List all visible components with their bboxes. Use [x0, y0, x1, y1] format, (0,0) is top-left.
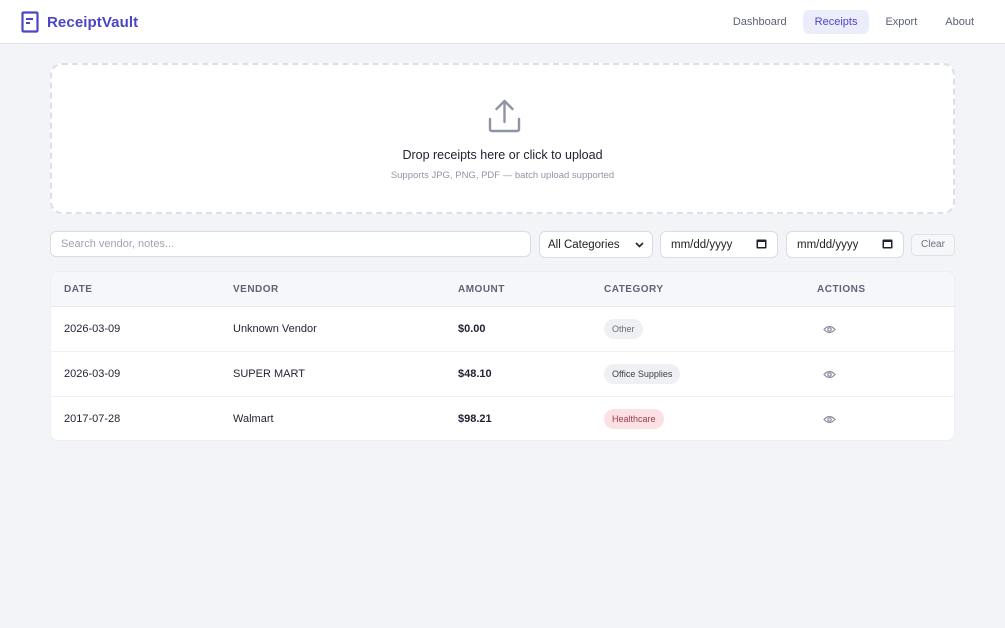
cell-vendor: Walmart [233, 413, 274, 425]
cell-amount: $0.00 [458, 323, 486, 335]
column-header-category: CATEGORY [604, 284, 664, 295]
cell-date: 2026-03-09 [64, 323, 121, 335]
app-name: ReceiptVault [47, 13, 139, 31]
cell-vendor: Unknown Vendor [233, 323, 317, 335]
table-header: DATE VENDOR AMOUNT CATEGORY ACTIONS [51, 272, 954, 307]
cell-date: 2017-07-28 [64, 413, 121, 425]
calendar-icon[interactable] [756, 238, 767, 252]
cell-amount: $98.21 [458, 413, 492, 425]
upload-icon [488, 98, 521, 138]
table-row[interactable]: 2026-03-09 Unknown Vendor $0.00 Other [51, 307, 954, 352]
category-select[interactable]: All Categories [539, 231, 653, 258]
nav-receipts[interactable]: Receipts [802, 10, 870, 34]
main-nav: Dashboard Receipts Export About [721, 10, 986, 34]
nav-about[interactable]: About [933, 10, 986, 34]
clear-button[interactable]: Clear [911, 234, 955, 256]
eye-icon[interactable] [823, 413, 836, 431]
eye-icon[interactable] [823, 323, 836, 341]
table-row[interactable]: 2026-03-09 SUPER MART $48.10 Office Supp… [51, 352, 954, 397]
cell-amount: $48.10 [458, 368, 492, 380]
column-header-date: DATE [64, 284, 93, 295]
column-header-vendor: VENDOR [233, 284, 279, 295]
category-badge: Healthcare [604, 409, 664, 429]
top-bar: ReceiptVault Dashboard Receipts Export A… [0, 0, 1005, 44]
cell-date: 2026-03-09 [64, 368, 121, 380]
column-header-actions: ACTIONS [817, 284, 866, 295]
upload-dropzone[interactable]: Drop receipts here or click to upload Su… [50, 63, 955, 214]
upload-title: Drop receipts here or click to upload [402, 148, 603, 162]
date-from-placeholder: mm/dd/yyyy [671, 238, 733, 251]
table-row[interactable]: 2017-07-28 Walmart $98.21 Healthcare [51, 397, 954, 440]
nav-export[interactable]: Export [873, 10, 929, 34]
cell-vendor: SUPER MART [233, 368, 305, 380]
date-from-input[interactable]: mm/dd/yyyy [660, 231, 778, 258]
eye-icon[interactable] [823, 368, 836, 386]
receipts-table: DATE VENDOR AMOUNT CATEGORY ACTIONS 2026… [50, 271, 955, 441]
nav-dashboard[interactable]: Dashboard [721, 10, 799, 34]
calendar-icon[interactable] [882, 238, 893, 252]
upload-subtitle: Supports JPG, PNG, PDF — batch upload su… [390, 170, 615, 181]
chevron-down-icon [635, 239, 644, 251]
category-badge: Other [604, 319, 643, 339]
column-header-amount: AMOUNT [458, 284, 505, 295]
category-select-value: All Categories [548, 238, 620, 251]
brand[interactable]: ReceiptVault [21, 11, 138, 33]
date-to-placeholder: mm/dd/yyyy [797, 238, 859, 251]
date-to-input[interactable]: mm/dd/yyyy [786, 231, 904, 258]
receipt-icon [21, 11, 39, 33]
category-badge: Office Supplies [604, 364, 681, 384]
search-input[interactable] [50, 231, 531, 257]
